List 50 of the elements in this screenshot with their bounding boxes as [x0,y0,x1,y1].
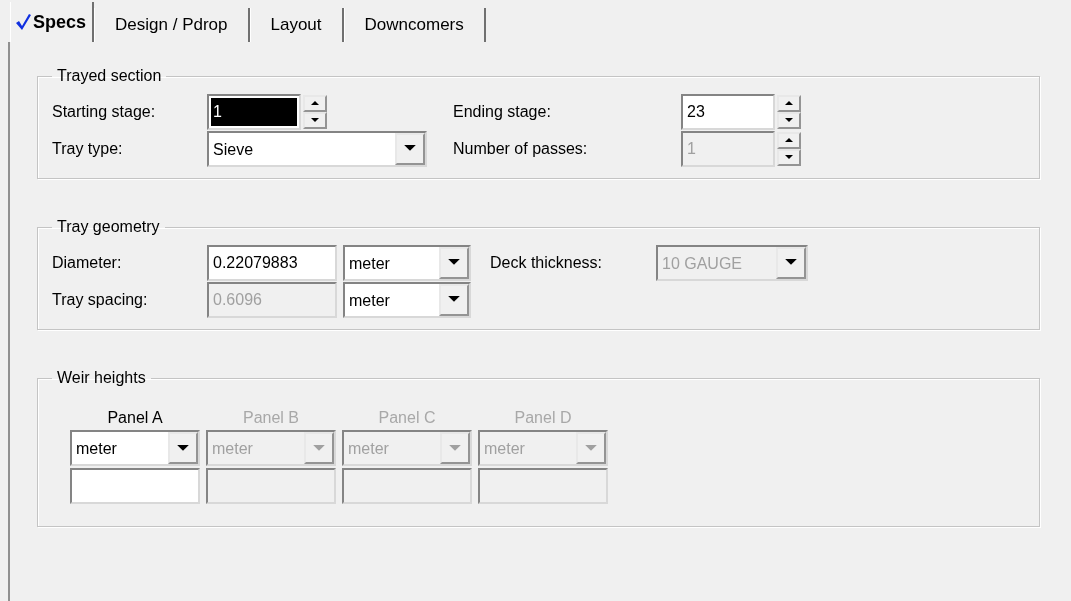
dropdown[interactable]: Sieve [207,130,427,167]
field-label: Diameter: [52,252,122,273]
dropdown-button[interactable] [439,283,469,316]
down-arrow-icon [785,154,793,160]
field-label: Tray spacing: [52,289,148,310]
checkmark-icon [15,13,31,31]
up-arrow-icon [785,137,793,143]
spin-up-button[interactable] [303,94,327,112]
field-label: Deck thickness: [490,252,603,273]
tab[interactable]: Layout [249,8,344,42]
caret-icon [448,259,460,266]
spin-up-button[interactable] [777,131,801,149]
dropdown-button[interactable] [439,246,469,279]
caret-icon [313,444,325,452]
tab[interactable]: Specs [10,2,95,42]
input-field[interactable]: 23 [681,93,775,130]
caret-icon [404,145,416,152]
column-heading: Panel A [106,408,164,428]
dropdown-button[interactable] [395,132,425,165]
caret-icon [785,259,797,266]
caret-icon [585,444,597,452]
section-title: Trayed section [56,68,163,84]
dropdown[interactable]: meter [70,430,200,466]
input-field[interactable]: 1 [207,93,301,130]
caret-icon [449,444,461,452]
input-field[interactable] [206,468,336,504]
dropdown-button[interactable] [168,432,198,464]
tab[interactable]: Design / Pdrop [94,8,250,42]
spin-up-button[interactable] [777,94,801,112]
column-heading: Panel C [377,408,437,428]
up-arrow-icon [311,100,319,106]
input-field[interactable] [342,468,472,504]
section-title: Weir heights [56,370,147,386]
column-heading: Panel D [513,408,573,428]
dropdown[interactable]: meter [343,244,471,281]
field-label: Ending stage: [453,101,551,122]
field-label: Tray type: [52,138,123,159]
caret-icon [177,444,189,452]
section-title: Tray geometry [56,219,161,235]
input-field[interactable]: 0.22079883 [207,244,337,281]
field-label: Starting stage: [52,101,156,122]
tab[interactable]: Downcomers [343,8,486,42]
down-arrow-icon [311,117,319,123]
input-field[interactable] [70,468,200,504]
input-field[interactable] [478,468,608,504]
field-label: Number of passes: [453,138,588,159]
up-arrow-icon [785,100,793,106]
down-arrow-icon [785,117,793,123]
column-heading: Panel B [241,408,300,428]
caret-icon [448,296,460,303]
